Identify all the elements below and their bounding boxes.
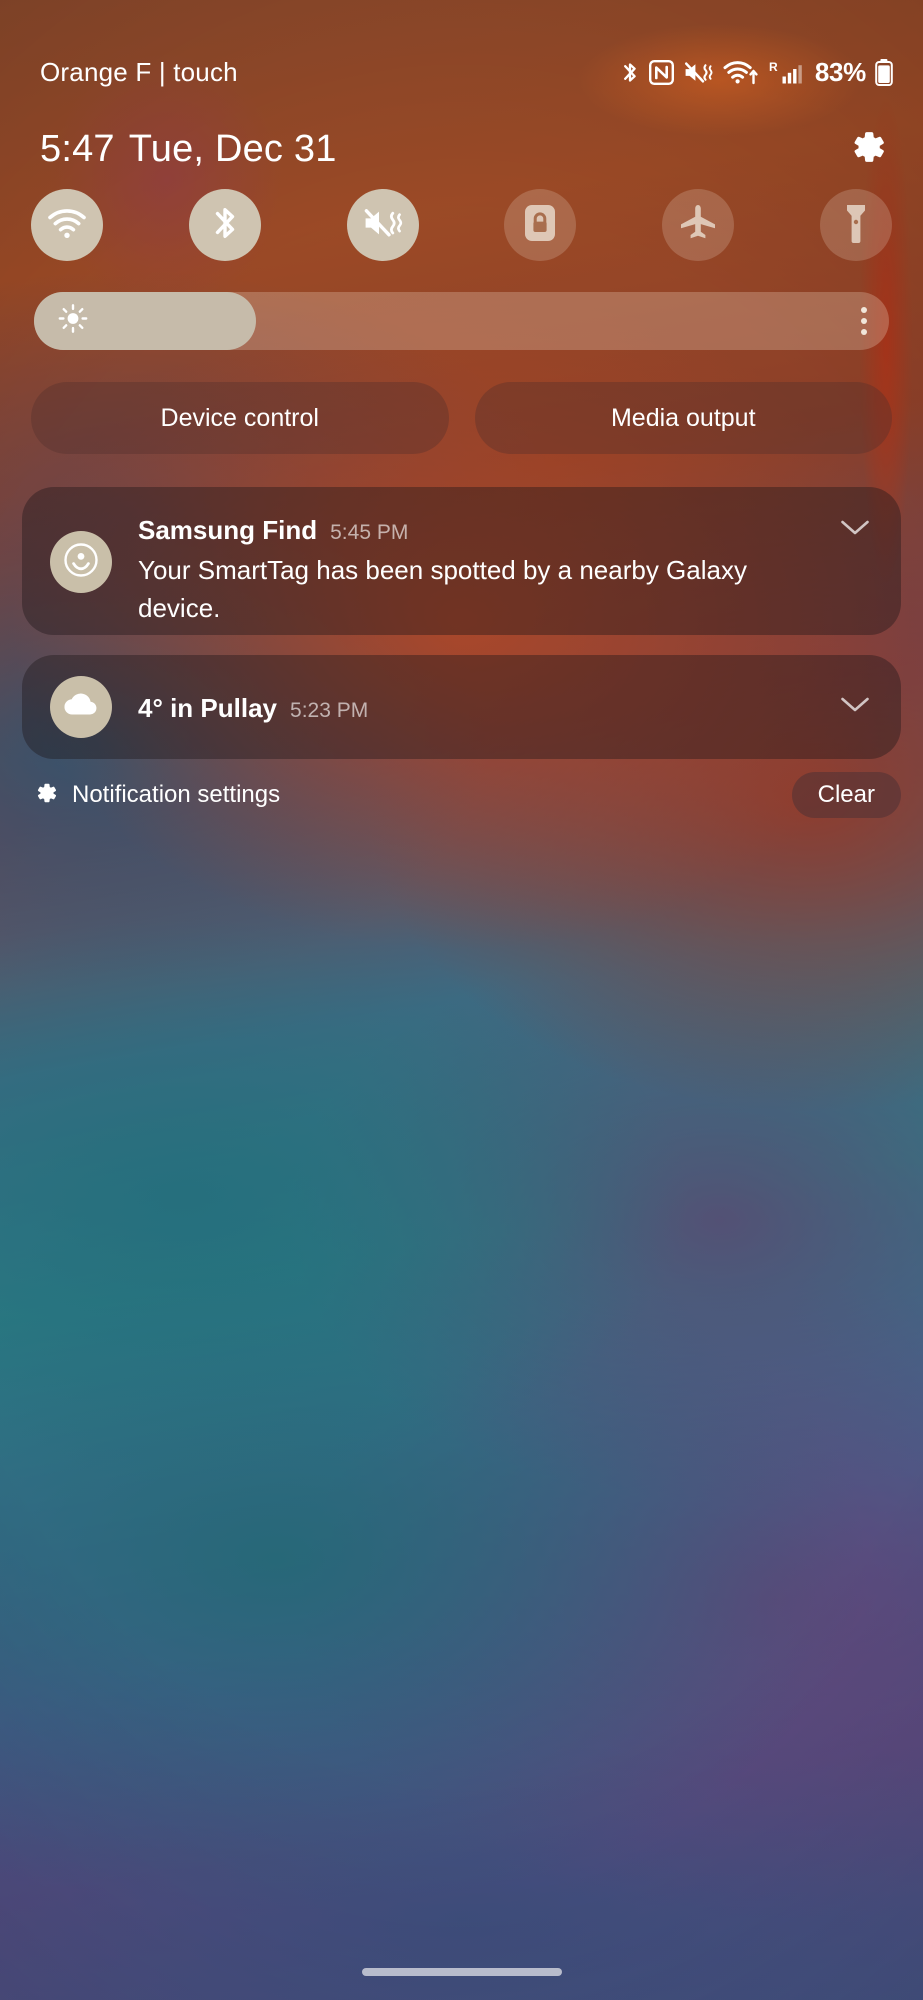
- notification-settings-button[interactable]: Notification settings: [32, 780, 280, 811]
- status-bar: Orange F | touch R 83%: [0, 48, 923, 96]
- notification-settings-label: Notification settings: [72, 781, 281, 808]
- bluetooth-icon: [620, 59, 640, 86]
- status-bar-icons: R 83%: [620, 57, 893, 88]
- notification-body: Samsung Find 5:45 PM Your SmartTag has b…: [138, 513, 833, 623]
- notification-footer: Notification settings Clear: [32, 772, 901, 818]
- clock-row: 5:47 Tue, Dec 31: [0, 118, 923, 180]
- notification-shade: Orange F | touch R 83% 5:47 Tue, Dec 31 …: [0, 0, 923, 2000]
- gear-icon: [845, 126, 887, 173]
- carrier-label: Orange F | touch: [40, 56, 238, 87]
- notification-expand-button[interactable]: [833, 513, 877, 609]
- svg-text:R: R: [769, 60, 778, 74]
- notification-app-name: 4° in Pullay: [138, 692, 278, 723]
- toggle-bluetooth[interactable]: [188, 189, 261, 261]
- home-indicator[interactable]: [361, 1968, 562, 1976]
- media-output-button[interactable]: Media output: [474, 382, 892, 454]
- chevron-down-icon: [840, 519, 870, 542]
- toggle-sound-mode[interactable]: [346, 189, 419, 261]
- notification-app-icon: [50, 676, 112, 738]
- brightness-sun-icon: [58, 304, 88, 339]
- clear-notifications-button[interactable]: Clear: [791, 772, 901, 818]
- toggle-auto-rotate[interactable]: [504, 189, 577, 261]
- location-pin-icon: [64, 542, 98, 582]
- brightness-slider[interactable]: [34, 292, 889, 350]
- flashlight-icon: [843, 202, 869, 249]
- more-vertical-icon: [861, 329, 867, 335]
- notification-samsung-find[interactable]: Samsung Find 5:45 PM Your SmartTag has b…: [22, 487, 901, 635]
- wifi-data-icon: [723, 59, 759, 86]
- toggle-airplane-mode[interactable]: [662, 189, 735, 261]
- notification-weather[interactable]: 4° in Pullay 5:23 PM: [22, 655, 901, 759]
- shortcut-buttons: Device control Media output: [31, 382, 892, 454]
- brightness-menu-button[interactable]: [861, 307, 867, 335]
- cloud-icon: [63, 692, 99, 723]
- settings-button[interactable]: [839, 122, 893, 176]
- clock-and-date[interactable]: 5:47 Tue, Dec 31: [40, 128, 337, 171]
- notification-text: Your SmartTag has been spotted by a near…: [138, 555, 747, 623]
- notification-time: 5:23 PM: [290, 698, 369, 722]
- mute-vibrate-icon: [683, 60, 714, 85]
- roaming-signal-icon: R: [768, 59, 802, 86]
- more-vertical-icon: [861, 307, 867, 313]
- nfc-icon: [648, 59, 674, 85]
- phone-screen: Orange F | touch R 83% 5:47 Tue, Dec 31 …: [0, 0, 923, 2000]
- wifi-icon: [47, 207, 87, 244]
- gear-icon: [32, 780, 58, 811]
- notification-time: 5:45 PM: [330, 521, 409, 544]
- notification-expand-button[interactable]: [833, 696, 877, 719]
- clock-label: 5:47: [40, 127, 115, 170]
- quick-settings-toggles: [31, 189, 892, 261]
- airplane-icon: [678, 203, 718, 248]
- rotation-lock-icon: [523, 203, 557, 248]
- notification-header: Samsung Find 5:45 PM: [138, 515, 833, 546]
- chevron-down-icon: [840, 696, 870, 719]
- battery-percent-label: 83%: [814, 56, 866, 87]
- battery-icon: [875, 58, 893, 86]
- notification-app-icon: [50, 531, 112, 593]
- mute-vibrate-icon: [362, 206, 404, 245]
- notification-body: 4° in Pullay 5:23 PM: [138, 691, 833, 724]
- toggle-flashlight[interactable]: [819, 189, 892, 261]
- notification-header: 4° in Pullay 5:23 PM: [138, 693, 833, 724]
- more-vertical-icon: [861, 318, 867, 324]
- brightness-fill: [34, 292, 257, 350]
- toggle-wifi[interactable]: [31, 189, 103, 261]
- notification-app-name: Samsung Find: [138, 515, 318, 545]
- date-label: Tue, Dec 31: [128, 127, 337, 170]
- device-control-button[interactable]: Device control: [31, 382, 449, 454]
- bluetooth-icon: [210, 203, 240, 248]
